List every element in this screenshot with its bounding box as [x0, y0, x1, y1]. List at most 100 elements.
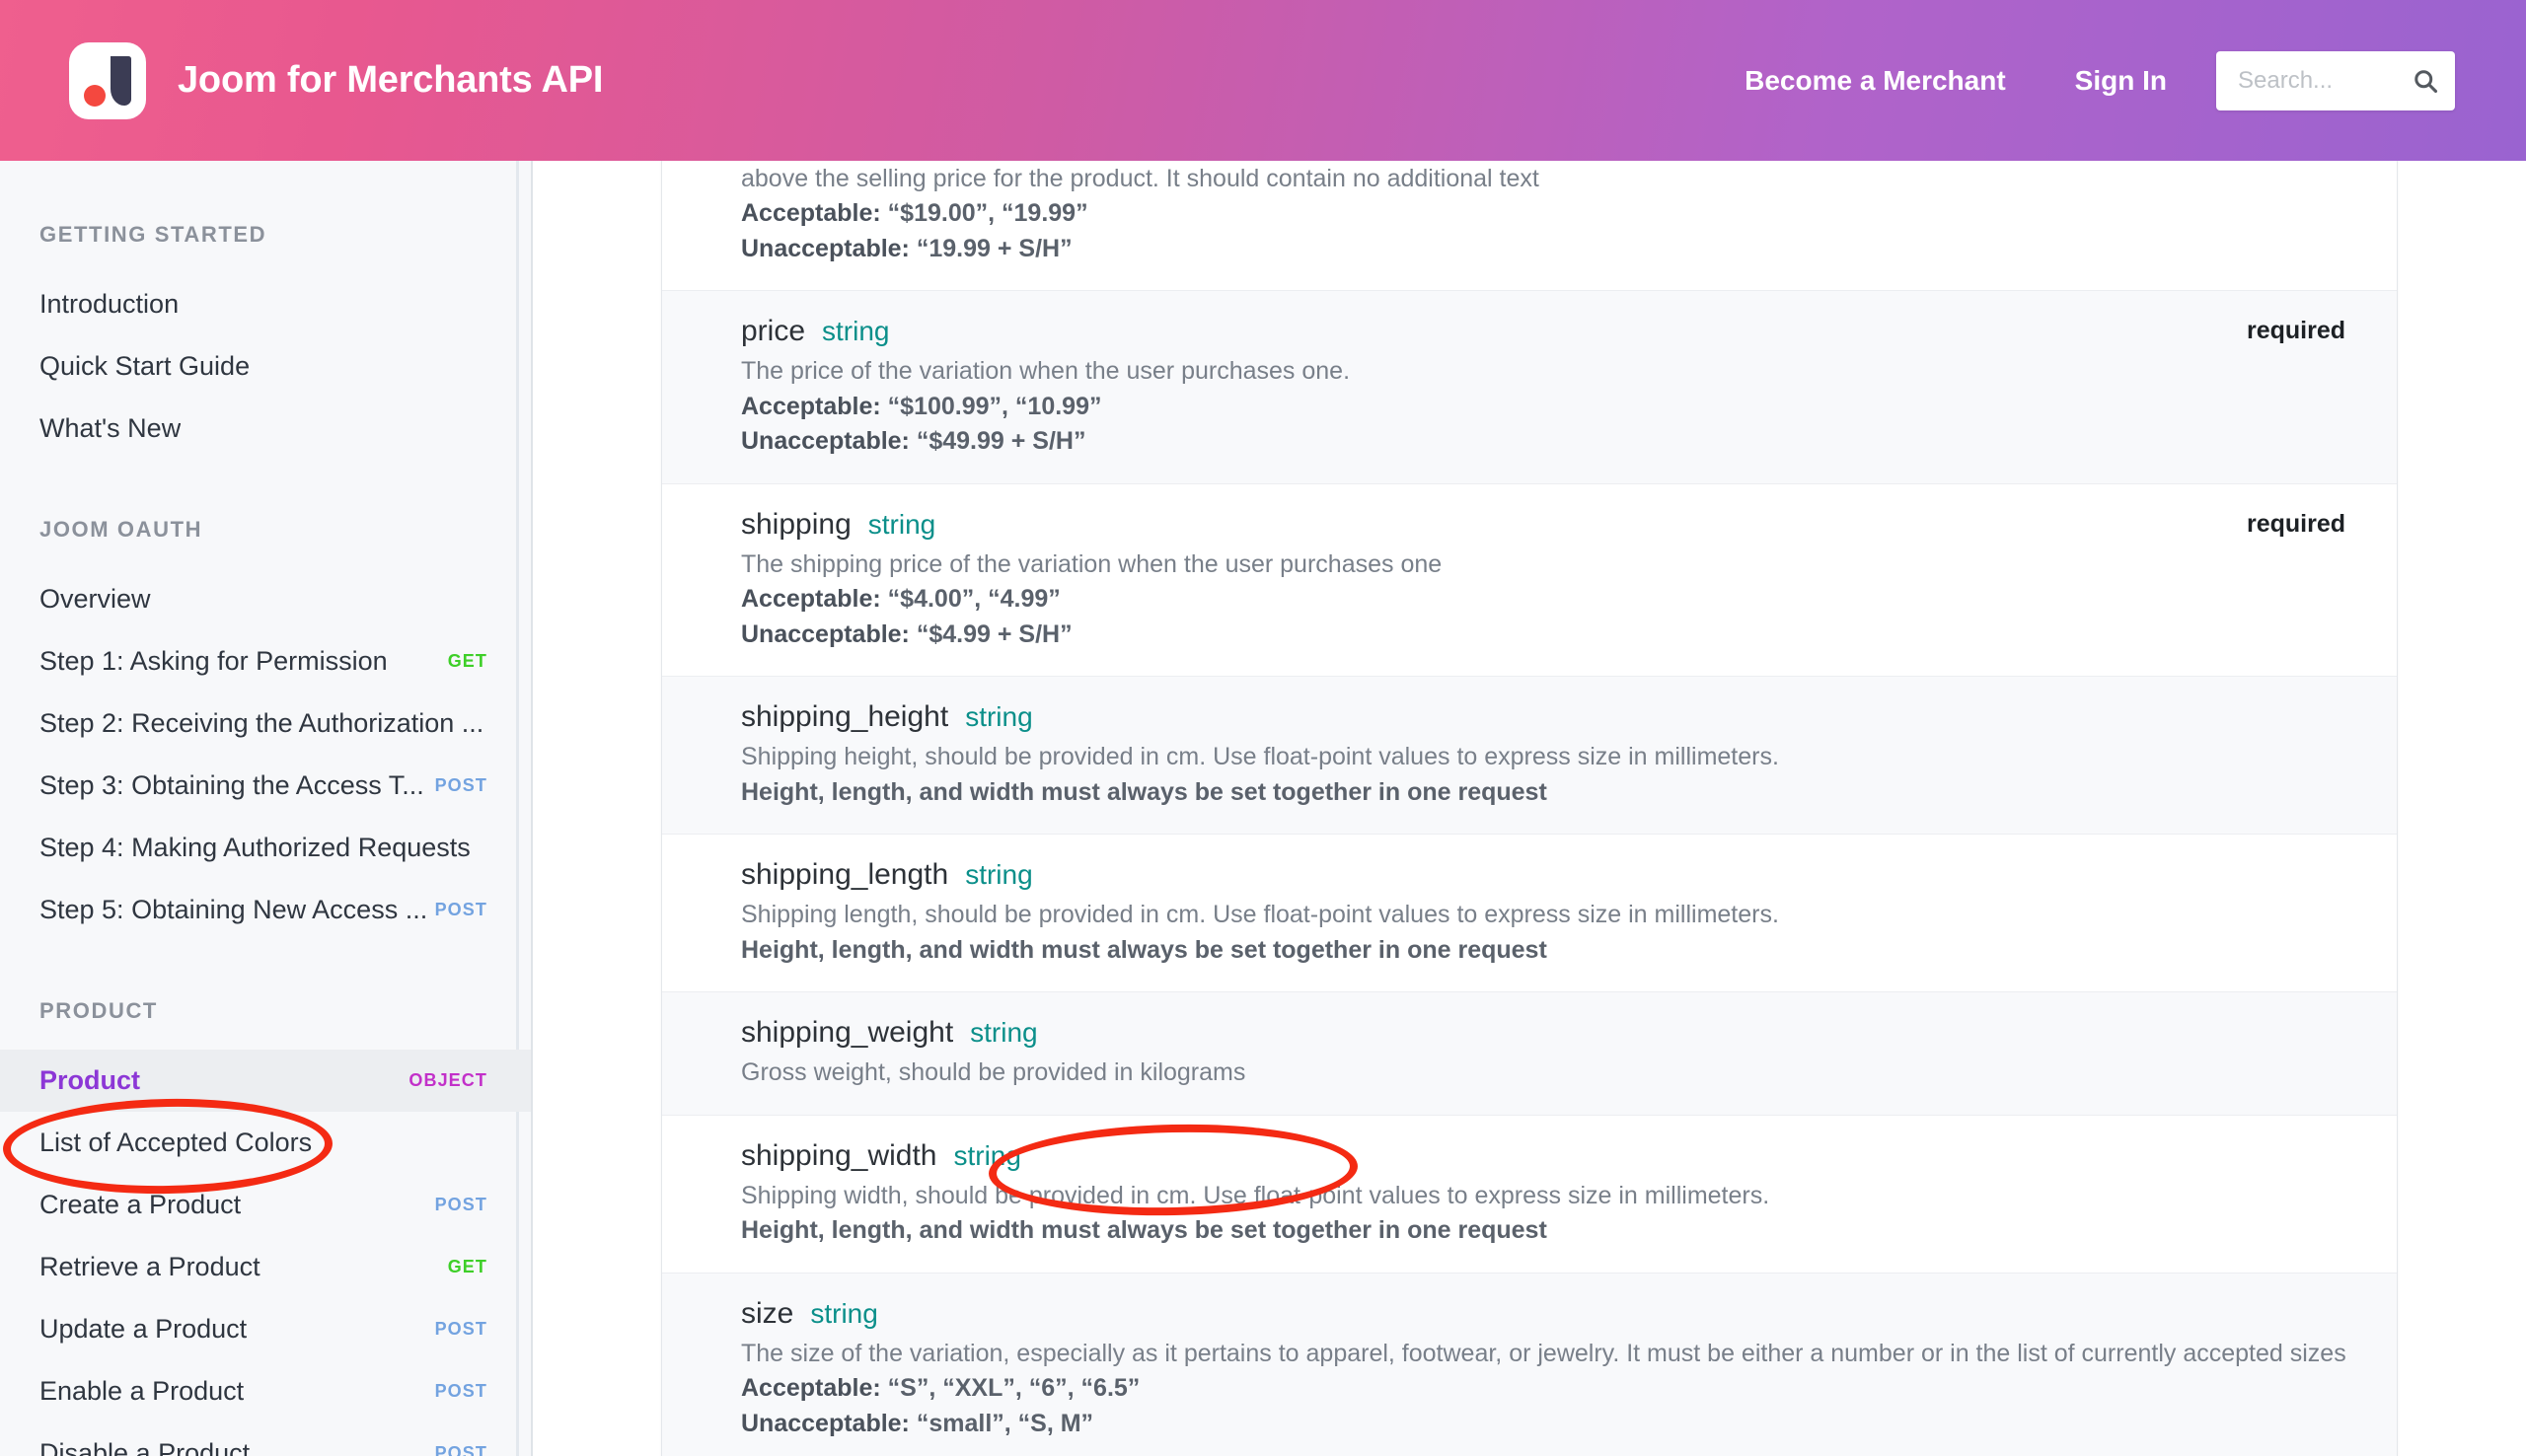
sidebar-nav-list: GETTING STARTEDIntroductionQuick Start G…	[0, 222, 531, 1456]
sidebar-item-list-of-accepted-colors[interactable]: List of Accepted Colors	[0, 1112, 531, 1174]
field-note: Height, length, and width must always be…	[741, 775, 2357, 811]
required-badge: required	[2247, 510, 2345, 539]
field-name: shipping_weight	[741, 1016, 953, 1050]
sidebar-item-product[interactable]: Product OBJECT	[0, 1050, 531, 1112]
field-description: Gross weight, should be provided in kilo…	[741, 1056, 2357, 1091]
field-acceptable: Acceptable: “$19.00”, “19.99”	[741, 196, 2357, 232]
sidebar-item-method-badge: GET	[448, 651, 487, 672]
field-type: string	[810, 1298, 877, 1330]
sidebar-section-title: PRODUCT	[0, 998, 531, 1024]
sidebar-section: PRODUCT Product OBJECT List of Accepted Col…	[0, 998, 531, 1456]
field-header: price string	[741, 315, 2357, 348]
unacceptable-label: Unacceptable:	[741, 1410, 910, 1437]
sidebar-item-label: Enable a Product	[39, 1376, 244, 1407]
sidebar-item-method-badge: POST	[435, 1319, 487, 1340]
field-acceptable: Acceptable: “S”, “XXL”, “6”, “6.5”	[741, 1371, 2357, 1407]
sidebar-item-label: Create a Product	[39, 1190, 241, 1220]
unacceptable-values: “$49.99 + S/H”	[917, 427, 1086, 455]
become-a-merchant-link[interactable]: Become a Merchant	[1745, 65, 2006, 97]
sidebar-item-method-badge: POST	[435, 900, 487, 920]
field-acceptable: Acceptable: “$4.00”, “4.99”	[741, 582, 2357, 618]
field-type: string	[970, 1017, 1037, 1049]
field-description: Shipping width, should be provided in cm…	[741, 1179, 2357, 1214]
unacceptable-values: “19.99 + S/H”	[917, 235, 1073, 262]
acceptable-values: “$4.00”, “4.99”	[888, 585, 1061, 613]
field-name: price	[741, 315, 805, 348]
field-unacceptable: Unacceptable: “$49.99 + S/H”	[741, 424, 2357, 460]
sidebar-item-step-3-obtaining-the-access-t[interactable]: Step 3: Obtaining the Access T... POST	[0, 755, 531, 817]
field-row: sizestring The size of the variation, esp…	[662, 1273, 2397, 1456]
sidebar-item-retrieve-a-product[interactable]: Retrieve a ProductGET	[0, 1236, 531, 1298]
field-description: The shipping price of the variation when…	[741, 547, 2357, 583]
field-note: Height, length, and width must always be…	[741, 933, 2357, 969]
sidebar-item-method-badge: POST	[435, 775, 487, 796]
sidebar-item-label: Overview	[39, 584, 151, 615]
sidebar-item-method-badge: POST	[435, 1381, 487, 1402]
field-type: string	[953, 1140, 1020, 1172]
field-unacceptable: Unacceptable: “small”, “S, M”	[741, 1407, 2357, 1442]
acceptable-label: Acceptable:	[741, 393, 881, 420]
field-unacceptable: Unacceptable: “19.99 + S/H”	[741, 232, 2357, 267]
logo-dot	[84, 85, 106, 107]
field-row: shipping_heightstringShipping height, sh…	[662, 676, 2397, 834]
search-box[interactable]	[2216, 51, 2455, 110]
sidebar-item-quick-start-guide[interactable]: Quick Start Guide	[0, 335, 531, 398]
field-type: string	[868, 509, 935, 541]
field-description: The Manufacturer Suggested Retail Price …	[741, 161, 2357, 196]
sidebar-item-label: List of Accepted Colors	[39, 1128, 312, 1158]
sidebar-item-label: Retrieve a Product	[39, 1252, 260, 1282]
sidebar-item-method-badge: POST	[435, 1443, 487, 1456]
field-header: sizestring	[741, 1297, 2357, 1331]
sidebar-item-disable-a-product[interactable]: Disable a Product POST	[0, 1422, 531, 1456]
sidebar-item-label: Disable a Product	[39, 1438, 250, 1456]
search-input[interactable]	[2238, 67, 2412, 95]
sidebar-item-label: Step 3: Obtaining the Access T...	[39, 770, 424, 801]
field-header: shipping_weight string	[741, 1016, 2357, 1050]
field-header: shipping_widthstring	[741, 1139, 2357, 1173]
field-row: shipping_length string Shipping length, sh…	[662, 834, 2397, 991]
sidebar-item-update-a-product[interactable]: Update a ProductPOST	[0, 1298, 531, 1360]
sign-in-link[interactable]: Sign In	[2075, 65, 2167, 97]
sidebar-item-step-4-making-authorized-requests[interactable]: Step 4: Making Authorized Requests	[0, 817, 531, 879]
unacceptable-label: Unacceptable:	[741, 235, 910, 262]
field-type: string	[965, 701, 1032, 733]
page-title: Joom for Merchants API	[178, 59, 603, 102]
field-header: shipping_length string	[741, 858, 2357, 892]
field-name: shipping	[741, 508, 852, 542]
sidebar-section: GETTING STARTEDIntroductionQuick Start G…	[0, 222, 531, 460]
field-header: shipping string	[741, 508, 2357, 542]
sidebar-item-overview[interactable]: Overview	[0, 568, 531, 630]
sidebar: GETTING STARTEDIntroductionQuick Start G…	[0, 161, 533, 1456]
sidebar-item-enable-a-product[interactable]: Enable a Product POST	[0, 1360, 531, 1422]
field-acceptable: Acceptable: “$100.99”, “10.99”	[741, 390, 2357, 425]
field-row: shipping_weight string Gross weight, shoul…	[662, 991, 2397, 1115]
search-icon[interactable]	[2412, 67, 2439, 95]
sidebar-item-step-1-asking-for-permission[interactable]: Step 1: Asking for Permission GET	[0, 630, 531, 692]
unacceptable-values: “small”, “S, M”	[917, 1410, 1093, 1437]
acceptable-label: Acceptable:	[741, 1374, 881, 1402]
sidebar-item-step-2-receiving-the-authorization[interactable]: Step 2: Receiving the Authorization ...	[0, 692, 531, 755]
main-content: msrpstringThe Manufacturer Suggested Ret…	[533, 161, 2526, 1456]
field-type: string	[965, 859, 1032, 891]
sidebar-item-label: Step 1: Asking for Permission	[39, 646, 388, 677]
field-row: msrpstringThe Manufacturer Suggested Ret…	[662, 161, 2397, 290]
brand[interactable]: Joom for Merchants API	[69, 42, 603, 119]
field-row: shipping string required The shipping price…	[662, 483, 2397, 677]
field-description: The size of the variation, especially as…	[741, 1337, 2357, 1372]
acceptable-values: “$19.00”, “19.99”	[888, 199, 1088, 227]
sidebar-item-step-5-obtaining-new-access[interactable]: Step 5: Obtaining New Access ...POST	[0, 879, 531, 941]
field-unacceptable: Unacceptable: “$4.99 + S/H”	[741, 618, 2357, 653]
sidebar-item-create-a-product[interactable]: Create a Product POST	[0, 1174, 531, 1236]
sidebar-item-label: Product	[39, 1065, 140, 1096]
sidebar-item-method-badge: OBJECT	[409, 1070, 487, 1091]
field-name: shipping_length	[741, 858, 948, 892]
acceptable-label: Acceptable:	[741, 199, 881, 227]
field-description: The price of the variation when the user…	[741, 354, 2357, 390]
sidebar-item-method-badge: POST	[435, 1195, 487, 1215]
required-badge: required	[2247, 317, 2345, 345]
field-description: Shipping length, should be provided in c…	[741, 898, 2357, 933]
sidebar-item-what-s-new[interactable]: What's New	[0, 398, 531, 460]
sidebar-section: JOOM OAUTHOverviewStep 1: Asking for Per…	[0, 517, 531, 941]
field-type: string	[822, 316, 889, 347]
sidebar-item-introduction[interactable]: Introduction	[0, 273, 531, 335]
